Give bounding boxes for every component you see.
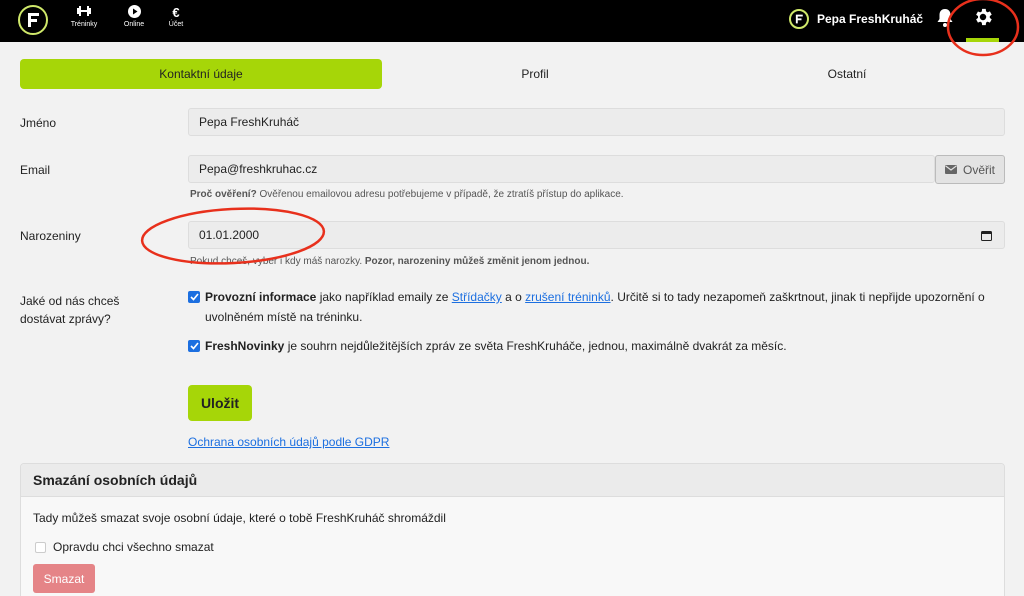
fresh-news-text: FreshNovinky je souhrn nejdůležitějších … bbox=[205, 336, 995, 356]
name-field[interactable]: Pepa FreshKruháč bbox=[188, 108, 1005, 136]
nav-item-label: Tréninky bbox=[70, 21, 98, 28]
user-name[interactable]: Pepa FreshKruháč bbox=[817, 12, 923, 26]
name-label: Jméno bbox=[20, 116, 57, 130]
gdpr-link[interactable]: Ochrana osobních údajů podle GDPR bbox=[188, 435, 389, 449]
email-field[interactable]: Pepa@freshkruhac.cz bbox=[188, 155, 935, 183]
euro-icon: € bbox=[172, 5, 180, 20]
card-title: Smazání osobních údajů bbox=[21, 464, 1004, 497]
messages-label: Jaké od nás chceš dostávat zprávy? bbox=[20, 294, 120, 326]
active-indicator bbox=[966, 38, 999, 42]
delete-personal-data-card: Smazání osobních údajů Tady můžeš smazat… bbox=[20, 463, 1005, 596]
birthday-field[interactable]: 01.01.2000 bbox=[188, 221, 1005, 249]
fresh-news-checkbox[interactable] bbox=[188, 340, 200, 352]
email-help-bold: Proč ověření? bbox=[190, 189, 257, 200]
nav-item-label: Online bbox=[123, 21, 145, 28]
verify-label: Ověřit bbox=[962, 162, 995, 177]
birthday-help: Pokud chceš, vyber i kdy máš narozky. Po… bbox=[190, 256, 589, 267]
envelope-icon bbox=[944, 165, 957, 174]
birthday-help-text: Pokud chceš, vyber i kdy máš narozky. bbox=[190, 256, 365, 267]
email-label: Email bbox=[20, 163, 51, 177]
delete-button[interactable]: Smazat bbox=[33, 564, 95, 593]
tab-profile[interactable]: Profil bbox=[382, 59, 688, 89]
confirm-delete-label[interactable]: Opravdu chci všechno smazat bbox=[53, 540, 214, 554]
logo-f-icon bbox=[795, 14, 803, 24]
tab-other[interactable]: Ostatní bbox=[690, 59, 1004, 89]
operational-info-checkbox[interactable] bbox=[188, 291, 200, 303]
top-navbar: Tréninky Online € Účet Pepa FreshKruháč bbox=[0, 0, 1024, 42]
cancelled-trainings-link[interactable]: zrušení tréninků bbox=[525, 290, 610, 304]
fresh-news-desc: je souhrn nejdůležitějších zpráv ze svět… bbox=[284, 339, 787, 353]
gear-icon[interactable] bbox=[972, 6, 994, 28]
tab-contact[interactable]: Kontaktní údaje bbox=[20, 59, 382, 89]
email-help: Proč ověření? Ověřenou emailovou adresu … bbox=[190, 189, 624, 200]
nav-item-label: Účet bbox=[168, 21, 184, 28]
verify-email-button[interactable]: Ověřit bbox=[935, 155, 1005, 184]
checkmark-icon bbox=[189, 293, 199, 301]
calendar-icon[interactable] bbox=[981, 230, 992, 241]
user-avatar[interactable] bbox=[789, 9, 809, 29]
stridacky-link[interactable]: Střídačky bbox=[452, 290, 502, 304]
birthday-label: Narozeniny bbox=[20, 229, 81, 243]
bell-icon[interactable] bbox=[936, 8, 954, 28]
confirm-delete-checkbox[interactable] bbox=[35, 542, 46, 553]
operational-info-text: Provozní informace jako například emaily… bbox=[205, 287, 995, 327]
email-help-text: Ověřenou emailovou adresu potřebujeme v … bbox=[256, 189, 624, 200]
nav-item-trainings[interactable]: Tréninky bbox=[59, 5, 109, 28]
birthday-help-bold: Pozor, narozeniny můžeš změnit jenom jed… bbox=[364, 256, 590, 267]
nav-item-account[interactable]: € Účet bbox=[151, 5, 201, 28]
fresh-news-title: FreshNovinky bbox=[205, 339, 285, 353]
card-description: Tady můžeš smazat svoje osobní údaje, kt… bbox=[33, 511, 446, 525]
checkmark-icon bbox=[189, 342, 199, 350]
save-button[interactable]: Uložit bbox=[188, 385, 252, 421]
operational-info-title: Provozní informace bbox=[205, 290, 317, 304]
app-logo[interactable] bbox=[18, 5, 48, 35]
logo-f-icon bbox=[28, 13, 39, 27]
operational-info-part: a o bbox=[501, 290, 526, 304]
operational-info-part: jako například emaily ze bbox=[316, 290, 452, 304]
dumbbell-icon bbox=[59, 5, 109, 21]
